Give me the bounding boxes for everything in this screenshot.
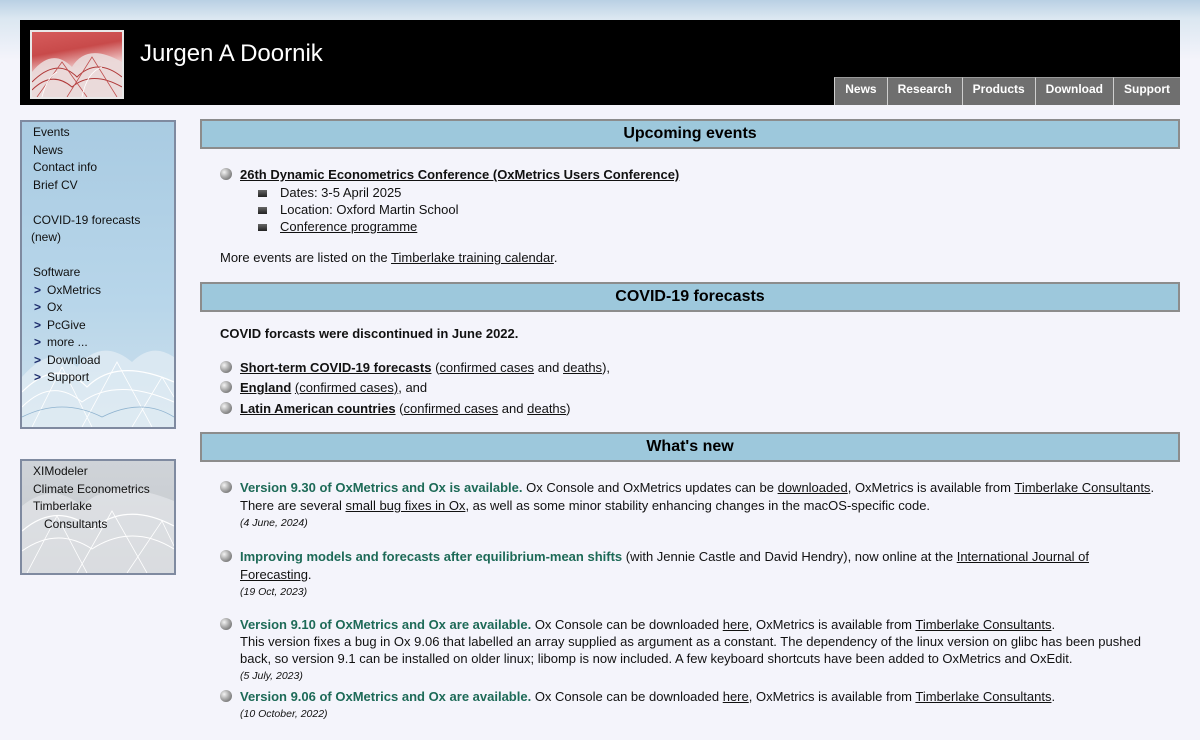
- chevron-right-icon: >: [34, 282, 42, 297]
- chevron-right-icon: >: [34, 317, 42, 332]
- square-bullet-icon: [258, 224, 267, 231]
- here-link[interactable]: here: [723, 617, 749, 632]
- covid-england-item: England (confirmed cases), and: [240, 380, 428, 395]
- sidebar-item-contact-info[interactable]: Contact info: [33, 159, 170, 177]
- timberlake-consultants-link[interactable]: Timberlake Consultants: [915, 689, 1051, 704]
- bullet-icon: [220, 481, 232, 493]
- sidebar-item-oxmetrics[interactable]: > OxMetrics: [33, 282, 170, 300]
- bullet-icon: [220, 550, 232, 562]
- covid-latin-america-item: Latin American countries (confirmed case…: [240, 401, 571, 416]
- external-links-menu: XIModeler Climate Econometrics Timberlak…: [33, 463, 170, 533]
- news-date: (10 October, 2022): [240, 708, 328, 720]
- latin-deaths-link[interactable]: deaths: [527, 401, 566, 416]
- event-dates: Dates: 3-5 April 2025: [280, 185, 402, 200]
- news-item-equilibrium-cont: Forecasting.: [240, 567, 312, 582]
- bullet-icon: [220, 361, 232, 373]
- logo[interactable]: [30, 30, 124, 99]
- link-ximodeler[interactable]: XIModeler: [33, 463, 170, 481]
- sidebar-main: Events News Contact info Brief CV COVID-…: [20, 120, 176, 429]
- section-heading-upcoming-events: Upcoming events: [200, 119, 1180, 149]
- site-title: Jurgen A Doornik: [140, 40, 323, 67]
- covid-short-term-item: Short-term COVID-19 forecasts (confirmed…: [240, 360, 611, 375]
- deaths-link[interactable]: deaths: [563, 360, 602, 375]
- link-climate-econometrics[interactable]: Climate Econometrics: [33, 481, 170, 499]
- square-bullet-icon: [258, 207, 267, 214]
- bug-fixes-link[interactable]: small bug fixes in Ox: [346, 498, 466, 513]
- latin-america-link[interactable]: Latin American countries: [240, 401, 396, 416]
- nav-download[interactable]: Download: [1034, 77, 1113, 105]
- news-item-910-detail-cont: back, so version 9.1 can be installed on…: [240, 651, 1073, 666]
- news-item-930: Version 9.30 of OxMetrics and Ox is avai…: [240, 480, 1155, 495]
- bullet-icon: [220, 402, 232, 414]
- news-item-930-detail: There are several small bug fixes in Ox,…: [240, 498, 931, 513]
- covid-discontinued-notice: COVID forcasts were discontinued in June…: [220, 326, 519, 341]
- timberlake-consultants-link[interactable]: Timberlake Consultants: [1014, 480, 1150, 495]
- sidebar-item-more[interactable]: > more ...: [33, 334, 170, 352]
- bullet-icon: [220, 690, 232, 702]
- event-location: Location: Oxford Martin School: [280, 202, 459, 217]
- nav-news[interactable]: News: [834, 77, 887, 105]
- sidebar-item-news[interactable]: News: [33, 142, 170, 160]
- sidebar-item-pcgive[interactable]: > PcGive: [33, 317, 170, 335]
- sidebar-item-new-label: (new): [31, 230, 62, 244]
- link-timberlake-consultants[interactable]: Consultants: [33, 516, 170, 534]
- nav-support[interactable]: Support: [1113, 77, 1180, 105]
- section-heading-whats-new: What's new: [200, 432, 1180, 462]
- sidebar-item-covid-forecasts[interactable]: COVID-19 forecasts: [33, 212, 170, 230]
- timberlake-calendar-link[interactable]: Timberlake training calendar: [391, 250, 554, 265]
- england-confirmed-cases-link[interactable]: (confirmed cases): [295, 380, 398, 395]
- chevron-right-icon: >: [34, 352, 42, 367]
- sidebar-software-heading: Software: [33, 265, 81, 279]
- top-navigation: News Research Products Download Support: [834, 77, 1180, 105]
- chevron-right-icon: >: [34, 300, 42, 314]
- england-link[interactable]: England: [240, 380, 291, 395]
- news-date: (19 Oct, 2023): [240, 586, 308, 598]
- event-conference-link[interactable]: 26th Dynamic Econometrics Conference (Ox…: [240, 167, 679, 182]
- sidebar-menu: Events News Contact info Brief CV COVID-…: [31, 124, 170, 387]
- news-item-910: Version 9.10 of OxMetrics and Ox are ava…: [240, 617, 1056, 632]
- news-item-equilibrium: Improving models and forecasts after equ…: [240, 549, 1089, 564]
- square-bullet-icon: [258, 190, 267, 197]
- bullet-icon: [220, 168, 232, 180]
- section-heading-covid-forecasts: COVID-19 forecasts: [200, 282, 1180, 312]
- confirmed-cases-link[interactable]: confirmed cases: [439, 360, 534, 375]
- bullet-icon: [220, 618, 232, 630]
- news-item-910-detail: This version fixes a bug in Ox 9.06 that…: [240, 634, 1141, 649]
- bullet-icon: [220, 381, 232, 393]
- nav-research[interactable]: Research: [886, 77, 962, 105]
- downloaded-link[interactable]: downloaded: [778, 480, 848, 495]
- latin-confirmed-cases-link[interactable]: confirmed cases: [404, 401, 499, 416]
- news-date: (4 June, 2024): [240, 517, 308, 529]
- chevron-right-icon: >: [34, 370, 42, 384]
- timberlake-consultants-link[interactable]: Timberlake Consultants: [915, 617, 1051, 632]
- sidebar-item-ox[interactable]: > Ox: [33, 299, 170, 317]
- sidebar-item-brief-cv[interactable]: Brief CV: [33, 177, 170, 195]
- conference-programme-link[interactable]: Conference programme: [280, 219, 417, 234]
- news-item-906: Version 9.06 of OxMetrics and Ox are ava…: [240, 689, 1056, 704]
- nav-products[interactable]: Products: [961, 77, 1035, 105]
- sidebar-item-events[interactable]: Events: [33, 124, 170, 142]
- ijf-link-cont[interactable]: Forecasting: [240, 567, 308, 582]
- short-term-forecasts-link[interactable]: Short-term COVID-19 forecasts: [240, 360, 431, 375]
- link-timberlake[interactable]: Timberlake: [33, 498, 170, 516]
- sidebar-external-links: XIModeler Climate Econometrics Timberlak…: [20, 459, 176, 575]
- ijf-link[interactable]: International Journal of: [957, 549, 1089, 564]
- chevron-right-icon: >: [34, 335, 42, 349]
- here-link[interactable]: here: [723, 689, 749, 704]
- news-date: (5 July, 2023): [240, 670, 303, 682]
- sidebar-item-support[interactable]: > Support: [33, 369, 170, 387]
- more-events-text: More events are listed on the Timberlake…: [220, 250, 558, 265]
- site-header: Jurgen A Doornik News Research Products …: [20, 20, 1180, 105]
- sidebar-item-download[interactable]: > Download: [33, 352, 170, 370]
